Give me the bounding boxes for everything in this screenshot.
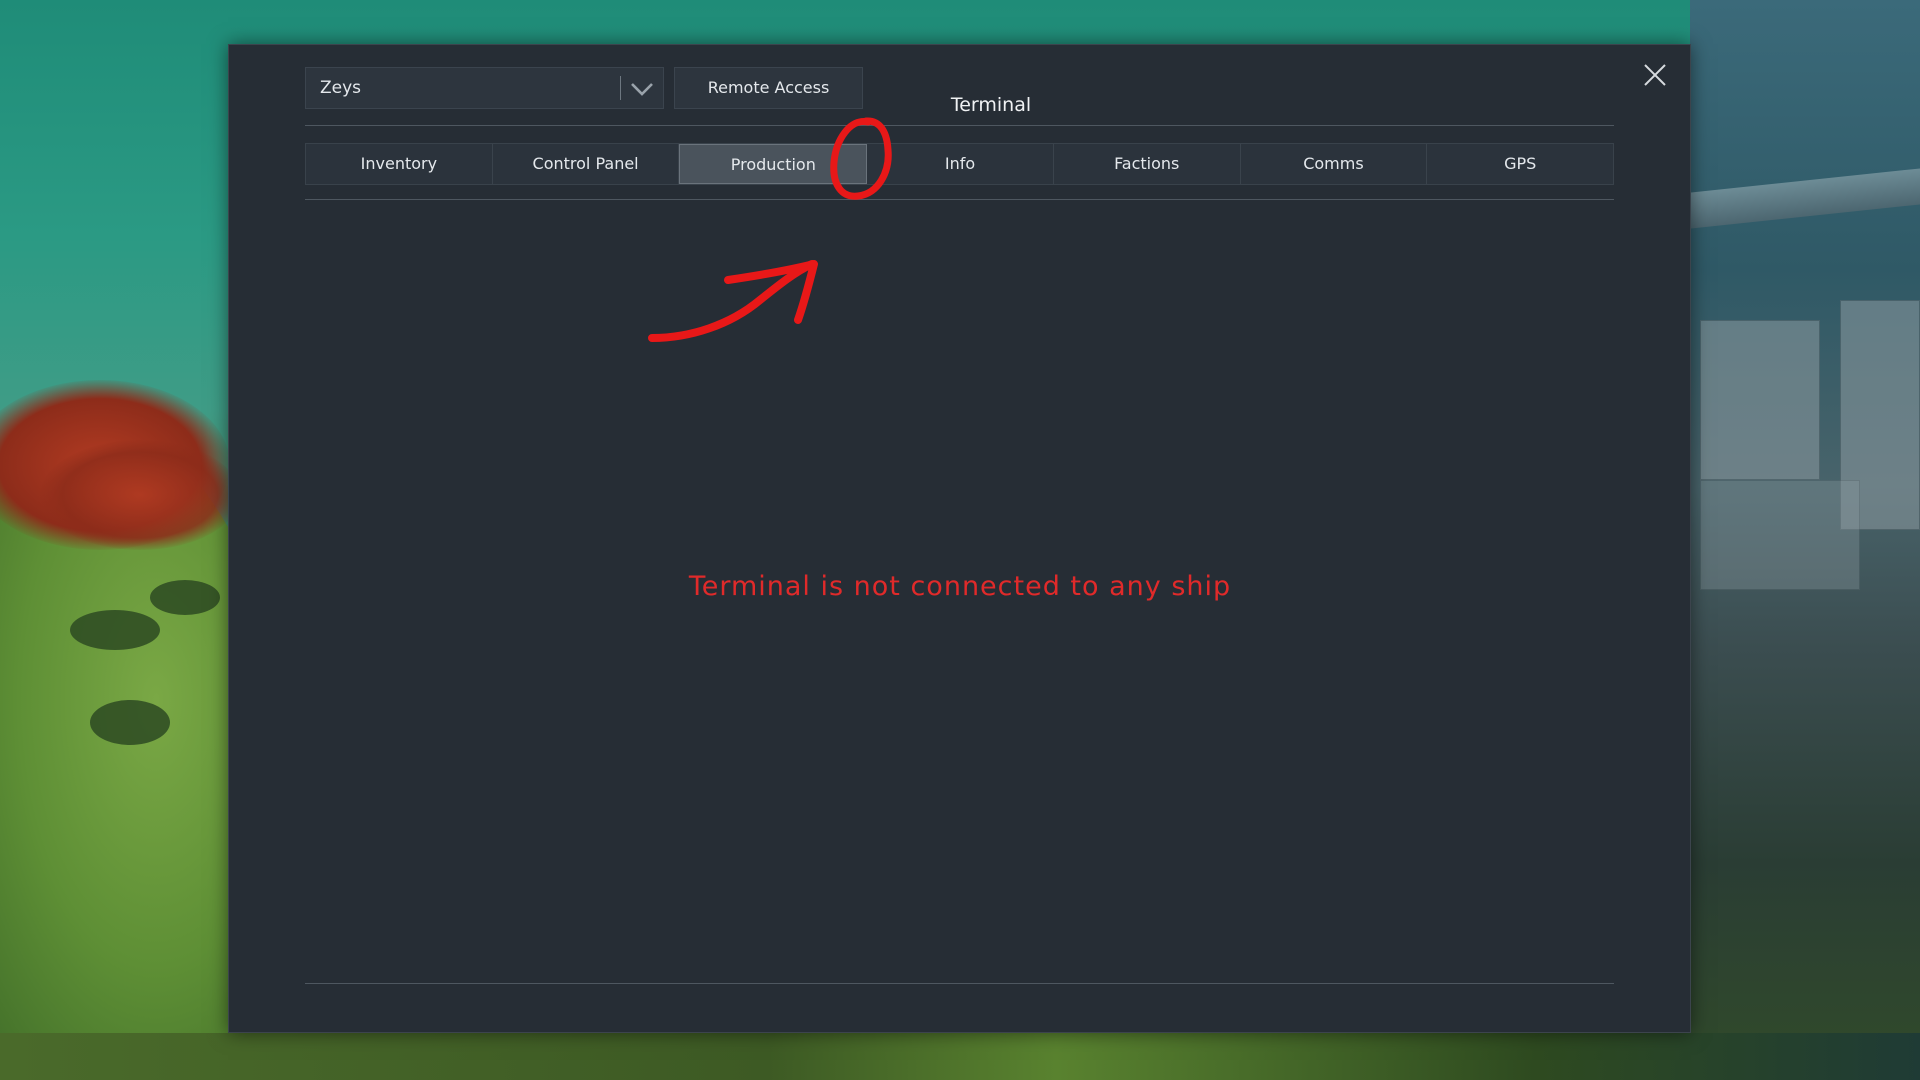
chevron-down-icon	[631, 83, 653, 96]
close-button[interactable]	[1640, 60, 1670, 90]
red-tree	[40, 440, 240, 550]
tab-control-panel[interactable]: Control Panel	[493, 144, 680, 184]
tab-factions[interactable]: Factions	[1054, 144, 1241, 184]
bush	[90, 700, 170, 745]
bush	[70, 610, 160, 650]
dropdown-separator	[620, 76, 621, 100]
tab-info[interactable]: Info	[867, 144, 1054, 184]
divider	[305, 199, 1614, 200]
tab-bar: Inventory Control Panel Production Info …	[305, 143, 1614, 185]
tab-production[interactable]: Production	[679, 144, 868, 184]
not-connected-message: Terminal is not connected to any ship	[688, 571, 1232, 602]
grid-selector-dropdown[interactable]: Zeys	[305, 67, 664, 109]
divider	[305, 983, 1614, 984]
window-title: Terminal	[950, 94, 1032, 116]
tab-comms[interactable]: Comms	[1241, 144, 1428, 184]
terminal-window: Zeys Remote Access Terminal Inventory Co…	[228, 44, 1691, 1033]
ground	[0, 1033, 1920, 1080]
station-panel	[1700, 320, 1820, 480]
tab-gps[interactable]: GPS	[1427, 144, 1613, 184]
remote-access-button[interactable]: Remote Access	[674, 67, 863, 109]
close-icon	[1644, 64, 1666, 86]
tab-inventory[interactable]: Inventory	[306, 144, 493, 184]
divider	[305, 125, 1614, 126]
bush	[150, 580, 220, 615]
grid-selector-value: Zeys	[320, 78, 362, 98]
station-panel	[1700, 480, 1860, 590]
